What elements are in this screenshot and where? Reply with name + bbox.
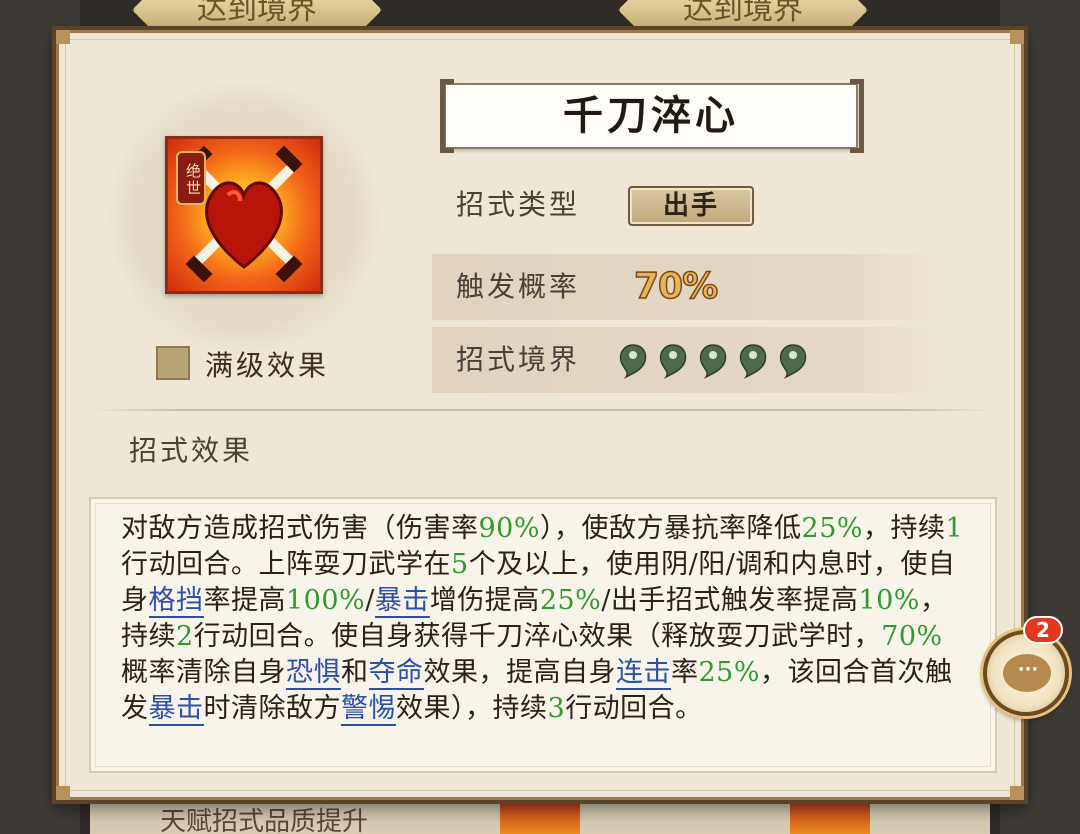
effect-text-segment: /出手招式触发率提高 [601,585,859,616]
effect-heading: 招式效果 [129,434,254,467]
keyword-link[interactable]: 暴击 [148,693,204,726]
chat-dots: ··· [1017,659,1039,680]
effect-text-segment: ），使敌方暴抗率降低 [540,513,802,544]
effect-text-segment: 效果，提高自身 [423,657,616,688]
jade-droplet-icon [739,344,767,379]
skill-thumbnail[interactable] [500,800,580,834]
effect-text-segment: 和 [341,657,369,688]
keyword-link[interactable]: 恐惧 [286,657,341,690]
realm-label: 招式境界 [456,343,581,376]
corner-ornament [1010,30,1024,44]
keyword-link[interactable]: 格挡 [148,585,204,618]
effect-text-segment: 行动回合。上阵耍刀武学在 [121,549,451,580]
skill-title: 千刀淬心 [563,92,739,139]
value-highlight: 10% [858,585,920,616]
jade-droplet-icon [659,344,687,379]
value-highlight: 5 [451,549,469,580]
attr-row-realm: 招式境界 [432,327,944,393]
effect-text-segment: 概率清除自身 [121,657,286,688]
effect-description-box: 对敌方造成招式伤害（伤害率90%），使敌方暴抗率降低25%，持续1行动回合。上阵… [89,497,997,773]
rank-badge: 绝世 [176,151,206,205]
corner-ornament [1010,786,1024,800]
value-highlight: 90% [478,513,541,544]
realm-banner-right: 达到境界 [618,0,868,30]
corner-ornament [56,30,70,44]
keyword-link[interactable]: 警惕 [341,693,396,726]
effect-text-segment: 增伤提高 [429,585,540,616]
value-highlight: 25% [539,585,602,616]
value-highlight: 100% [286,585,366,616]
effect-text-segment: 效果），持续 [396,693,548,724]
realm-banner-left: 达到境界 [132,0,382,30]
attr-row-type: 招式类型 出手 [432,172,944,238]
max-level-checkbox[interactable] [156,346,190,380]
jade-droplet-icon [779,344,807,379]
value-highlight: 1 [945,513,964,544]
value-highlight: 2 [176,621,194,652]
effect-text-segment: 时清除敌方 [203,693,341,724]
effect-text-segment: 率提高 [203,585,286,616]
keyword-link[interactable]: 连击 [616,657,671,690]
type-badge: 出手 [628,186,754,226]
jade-droplet-icon [699,344,727,379]
effect-description: 对敌方造成招式伤害（伤害率90%），使敌方暴抗率降低25%，持续1行动回合。上阵… [121,511,969,727]
keyword-link[interactable]: 夺命 [368,657,424,690]
max-level-label[interactable]: 满级效果 [205,344,329,384]
effect-text-segment: / [365,585,375,616]
jade-droplet-icon [619,344,647,379]
type-label: 招式类型 [456,188,581,221]
skill-icon: 绝世 [165,136,323,294]
corner-ornament [56,786,70,800]
value-highlight: 3 [547,693,566,724]
chat-unread-badge: 2 [1023,616,1063,644]
effect-text-segment: 行动回合。使自身获得千刀淬心效果（释放耍刀武学时， [193,621,882,652]
section-divider [89,409,997,411]
value-highlight: 25% [698,657,761,688]
probability-value: 70% [633,265,719,308]
effect-text-segment: ，持续 [863,513,946,544]
effect-text-segment: 率 [671,657,699,688]
probability-label: 触发概率 [456,270,581,303]
skill-thumbnail[interactable] [790,800,870,834]
skill-detail-popup: 绝世 满级效果 千刀淬心 招式类型 出手 触发概率 70% 招式境界 招式效果 … [56,30,1024,800]
effect-text-segment: 对敌方造成招式伤害（伤害率 [121,513,479,544]
keyword-link[interactable]: 暴击 [374,585,430,618]
chat-button[interactable]: ··· [983,630,1069,716]
value-highlight: 70% [881,621,943,652]
attr-row-probability: 触发概率 70% [432,254,944,320]
effect-text-segment: 行动回合。 [565,693,703,724]
value-highlight: 25% [801,513,864,544]
